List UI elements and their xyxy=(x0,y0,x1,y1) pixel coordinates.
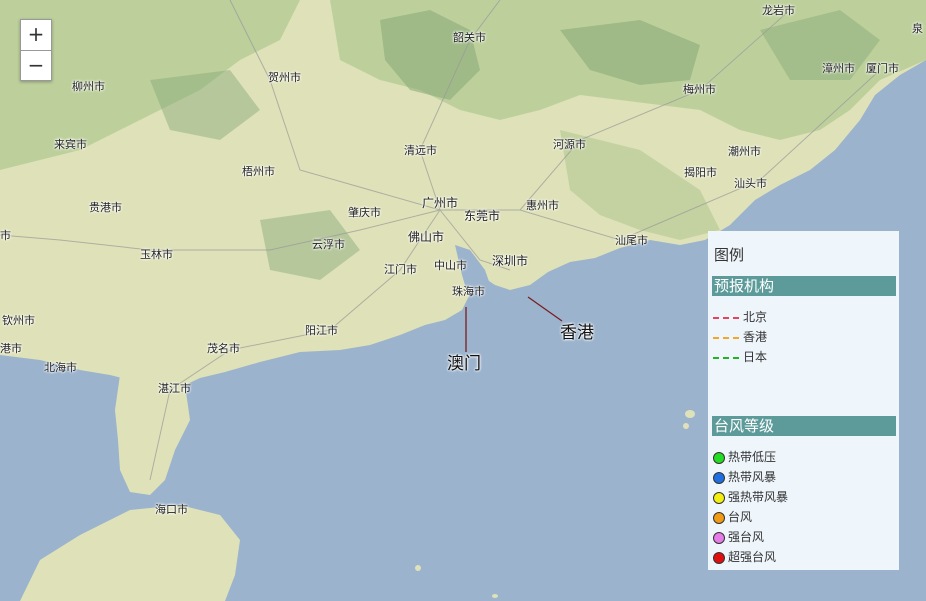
hongkong-callout: 香港 xyxy=(560,323,594,343)
city-label-longyan: 龙岩市 xyxy=(762,4,795,17)
island xyxy=(415,565,421,571)
legend-level-item: 强热带风暴 xyxy=(713,489,788,505)
legend-panel: 图例 预报机构 北京 香港 日本 台风等级 热带低压 热带风暴 强热带风暴 台风… xyxy=(708,231,899,570)
city-label-hezhou: 贺州市 xyxy=(268,71,301,84)
city-label-zhangzhou: 漳州市 xyxy=(822,62,855,75)
city-label-guangzhou: 广州市 xyxy=(422,196,459,210)
legend-agency-item: 北京 xyxy=(713,309,767,325)
city-label-yulin: 玉林市 xyxy=(140,248,173,261)
dashed-line-icon xyxy=(713,316,739,319)
city-label-shenzhen: 深圳市 xyxy=(492,254,529,268)
dashed-line-icon xyxy=(713,336,739,339)
zoom-out-button[interactable]: − xyxy=(21,51,51,81)
legend-level-item: 热带风暴 xyxy=(713,469,776,485)
city-label-quanzhou: 泉 xyxy=(912,22,923,35)
city-label-nanning: 市 xyxy=(0,229,11,242)
legend-level-item: 超强台风 xyxy=(713,549,776,565)
city-label-jieyang: 揭阳市 xyxy=(684,166,717,179)
macau-callout: 澳门 xyxy=(447,354,481,374)
city-label-wuzhou: 梧州市 xyxy=(242,165,275,178)
city-label-heyuan: 河源市 xyxy=(553,138,586,151)
legend-agency-item: 日本 xyxy=(713,349,767,365)
city-label-jiangmen: 江门市 xyxy=(384,263,417,276)
legend-agency-item: 香港 xyxy=(713,329,767,345)
legend-title: 图例 xyxy=(714,246,745,264)
city-label-qinzhou: 钦州市 xyxy=(2,314,35,327)
dashed-line-icon xyxy=(713,356,739,359)
city-label-guigang: 贵港市 xyxy=(89,201,122,214)
city-label-laibin: 来宾市 xyxy=(54,138,87,151)
legend-level-item: 强台风 xyxy=(713,529,764,545)
legend-level-item: 台风 xyxy=(713,509,752,525)
city-label-qingyuan: 清远市 xyxy=(404,144,437,157)
city-label-shanwei: 汕尾市 xyxy=(615,234,648,247)
level-section-header: 台风等级 xyxy=(712,416,896,436)
city-label-zhongshan: 中山市 xyxy=(434,259,467,272)
city-label-yunfu: 云浮市 xyxy=(312,238,345,251)
city-label-zhuhai: 珠海市 xyxy=(452,285,485,298)
zoom-control: + − xyxy=(20,19,52,81)
circle-icon xyxy=(713,511,725,524)
circle-icon xyxy=(713,491,725,504)
city-label-zhaoqing: 肇庆市 xyxy=(348,206,381,219)
city-label-xiamen: 厦门市 xyxy=(866,62,899,75)
city-label-liuzhou: 柳州市 xyxy=(72,80,105,93)
island xyxy=(683,423,689,429)
city-label-meizhou: 梅州市 xyxy=(683,83,716,96)
city-label-huizhou: 惠州市 xyxy=(526,199,559,212)
city-label-chaozhou: 潮州市 xyxy=(728,145,761,158)
zoom-in-button[interactable]: + xyxy=(21,20,51,51)
agency-section-header: 预报机构 xyxy=(712,276,896,296)
island xyxy=(492,594,498,598)
city-label-yangjiang: 阳江市 xyxy=(305,324,338,337)
circle-icon xyxy=(713,551,725,564)
circle-icon xyxy=(713,451,725,464)
city-label-shantou: 汕头市 xyxy=(734,177,767,190)
city-label-foshan: 佛山市 xyxy=(408,230,445,244)
legend-level-item: 热带低压 xyxy=(713,449,776,465)
circle-icon xyxy=(713,531,725,544)
city-label-beihai: 北海市 xyxy=(44,361,77,374)
city-label-maoming: 茂名市 xyxy=(207,342,240,355)
island xyxy=(685,410,695,418)
city-label-zhanjiang: 湛江市 xyxy=(158,382,191,395)
city-label-shaoguan: 韶关市 xyxy=(453,31,486,44)
city-label-dongguan: 东莞市 xyxy=(464,209,501,223)
city-label-fangchenggang: 港市 xyxy=(0,342,22,355)
circle-icon xyxy=(713,471,725,484)
city-label-haikou: 海口市 xyxy=(155,503,188,516)
